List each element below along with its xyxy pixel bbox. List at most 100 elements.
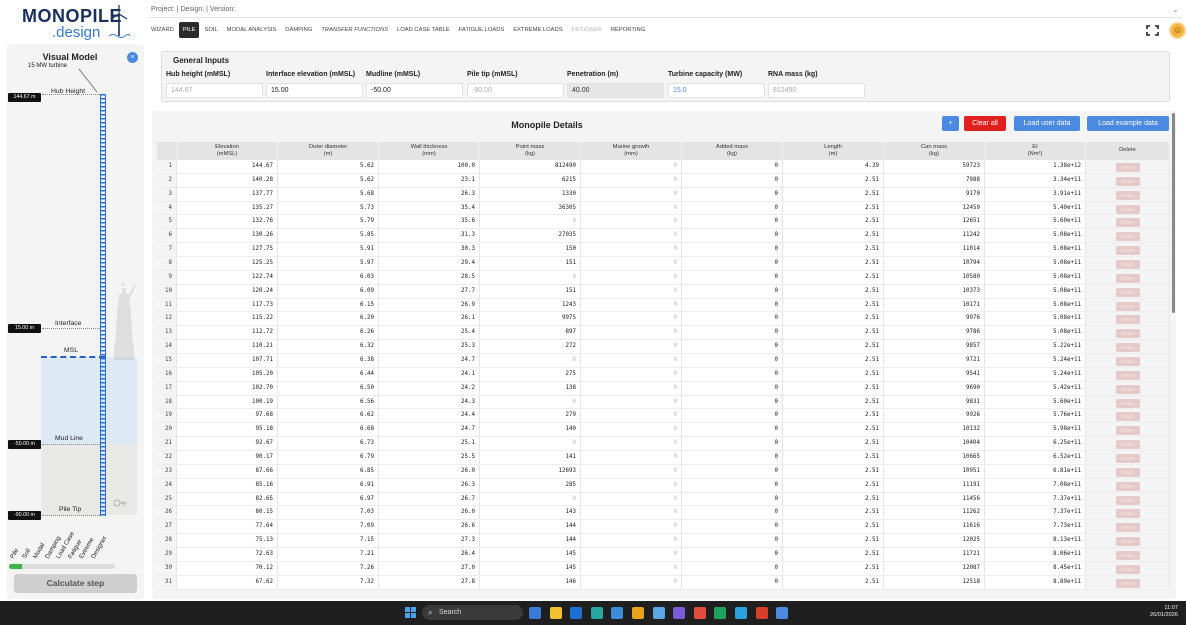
table-cell[interactable]: 6.85 <box>278 464 379 478</box>
table-cell[interactable]: 8.06e+11 <box>985 548 1086 561</box>
table-cell[interactable]: 0 <box>682 478 783 492</box>
table-cell[interactable]: 9690 <box>884 381 985 395</box>
table-cell[interactable]: 0 <box>581 312 682 326</box>
table-cell[interactable]: 75.13 <box>177 534 278 548</box>
table-cell[interactable]: 5.08e+11 <box>985 298 1086 312</box>
table-cell[interactable]: 6.26 <box>278 326 379 340</box>
table-cell[interactable]: 11242 <box>884 229 985 243</box>
table-cell[interactable]: 0 <box>682 173 783 187</box>
delete-row-button[interactable]: Delete <box>1115 523 1140 533</box>
table-cell[interactable]: 9721 <box>884 354 985 367</box>
table-cell[interactable]: 6.62 <box>278 409 379 423</box>
table-cell[interactable]: 0 <box>581 492 682 506</box>
table-cell[interactable]: 0 <box>682 187 783 201</box>
table-cell[interactable]: 2.51 <box>783 395 884 409</box>
table-cell[interactable]: 151 <box>480 257 581 270</box>
close-icon[interactable]: × <box>127 52 138 63</box>
table-cell[interactable]: 0 <box>682 548 783 561</box>
table-cell[interactable]: 11191 <box>884 478 985 492</box>
table-cell[interactable]: 10171 <box>884 298 985 312</box>
table-cell[interactable]: 0 <box>480 270 581 284</box>
windows-start-icon[interactable] <box>405 607 416 618</box>
table-cell[interactable]: 7.32 <box>278 575 379 589</box>
table-cell[interactable]: 2.51 <box>783 257 884 270</box>
table-cell[interactable]: 0 <box>682 409 783 423</box>
table-cell[interactable]: 26.9 <box>379 298 480 312</box>
table-cell[interactable]: 0 <box>682 340 783 354</box>
table-cell[interactable]: 2.51 <box>783 520 884 534</box>
general-field-input[interactable]: 812490 <box>768 83 865 98</box>
table-cell[interactable]: 6.20 <box>278 312 379 326</box>
table-cell[interactable]: 1243 <box>480 298 581 312</box>
table-cell[interactable]: 12087 <box>884 561 985 575</box>
delete-row-button[interactable]: Delete <box>1115 495 1140 505</box>
table-cell[interactable]: 10404 <box>884 437 985 451</box>
tab-soil[interactable]: SOIL <box>200 22 221 38</box>
tab-fatigue-loads[interactable]: FATIGUE LOADS <box>455 22 509 38</box>
table-cell[interactable]: 12651 <box>884 215 985 229</box>
table-cell[interactable]: 110.21 <box>177 340 278 354</box>
table-cell[interactable]: 5.98e+11 <box>985 423 1086 437</box>
table-cell[interactable]: 3.34e+11 <box>985 173 1086 187</box>
table-cell[interactable]: 26.7 <box>379 492 480 506</box>
table-cell[interactable]: 0 <box>682 270 783 284</box>
table-cell[interactable]: 9976 <box>884 312 985 326</box>
delete-row-button[interactable]: Delete <box>1115 467 1140 477</box>
table-cell[interactable]: 2.51 <box>783 409 884 423</box>
table-cell[interactable]: 26.3 <box>379 187 480 201</box>
table-cell[interactable]: 9926 <box>884 409 985 423</box>
table-cell[interactable]: 26.0 <box>379 464 480 478</box>
table-cell[interactable]: 0 <box>581 381 682 395</box>
table-cell[interactable]: 5.79 <box>278 215 379 229</box>
delete-row-button[interactable]: Delete <box>1115 454 1140 464</box>
table-cell[interactable]: 0 <box>480 354 581 367</box>
table-cell[interactable]: 144 <box>480 534 581 548</box>
table-cell[interactable]: 5.08e+11 <box>985 243 1086 257</box>
table-cell[interactable]: 6.38 <box>278 354 379 367</box>
table-cell[interactable]: 6.68 <box>278 423 379 437</box>
table-cell[interactable]: 87.66 <box>177 464 278 478</box>
table-cell[interactable]: 2.51 <box>783 173 884 187</box>
delete-row-button[interactable]: Delete <box>1115 287 1140 297</box>
table-cell[interactable]: 0 <box>682 284 783 298</box>
table-cell[interactable]: 82.65 <box>177 492 278 506</box>
table-cell[interactable]: 897 <box>480 326 581 340</box>
table-cell[interactable]: 5.73 <box>278 201 379 215</box>
table-cell[interactable]: 1330 <box>480 187 581 201</box>
table-cell[interactable]: 77.64 <box>177 520 278 534</box>
table-cell[interactable]: 2.51 <box>783 437 884 451</box>
table-cell[interactable]: 141 <box>480 451 581 464</box>
table-cell[interactable]: 2.51 <box>783 506 884 520</box>
table-cell[interactable]: 0 <box>682 257 783 270</box>
table-cell[interactable]: 25.1 <box>379 437 480 451</box>
table-cell[interactable]: 7.73e+11 <box>985 520 1086 534</box>
table-cell[interactable]: 72.63 <box>177 548 278 561</box>
table-cell[interactable]: 145 <box>480 561 581 575</box>
taskbar-app-icon[interactable] <box>632 607 644 619</box>
table-cell[interactable]: 0 <box>581 464 682 478</box>
table-cell[interactable]: 11014 <box>884 243 985 257</box>
table-cell[interactable]: 5.08e+11 <box>985 312 1086 326</box>
table-cell[interactable]: 0 <box>682 423 783 437</box>
table-cell[interactable]: 2.51 <box>783 534 884 548</box>
table-cell[interactable]: 0 <box>581 437 682 451</box>
table-cell[interactable]: 10580 <box>884 270 985 284</box>
table-cell[interactable]: 0 <box>581 423 682 437</box>
table-cell[interactable]: 31.3 <box>379 229 480 243</box>
tab-extreme-loads[interactable]: EXTREME LOADS <box>509 22 566 38</box>
monopile-tower-model[interactable] <box>100 94 106 516</box>
table-cell[interactable]: 0 <box>682 561 783 575</box>
table-cell[interactable]: 0 <box>682 492 783 506</box>
clear-all-button[interactable]: Clear all <box>964 116 1006 131</box>
table-cell[interactable]: 30.3 <box>379 243 480 257</box>
table-cell[interactable]: 0 <box>581 367 682 381</box>
table-cell[interactable]: 8.89e+11 <box>985 575 1086 589</box>
table-cell[interactable]: 2.51 <box>783 451 884 464</box>
table-cell[interactable]: 117.73 <box>177 298 278 312</box>
table-cell[interactable]: 2.51 <box>783 298 884 312</box>
table-cell[interactable]: 2.51 <box>783 478 884 492</box>
delete-row-button[interactable]: Delete <box>1115 273 1140 283</box>
table-cell[interactable]: 0 <box>581 354 682 367</box>
table-cell[interactable]: 100.0 <box>379 160 480 173</box>
table-cell[interactable]: 5.62 <box>278 173 379 187</box>
